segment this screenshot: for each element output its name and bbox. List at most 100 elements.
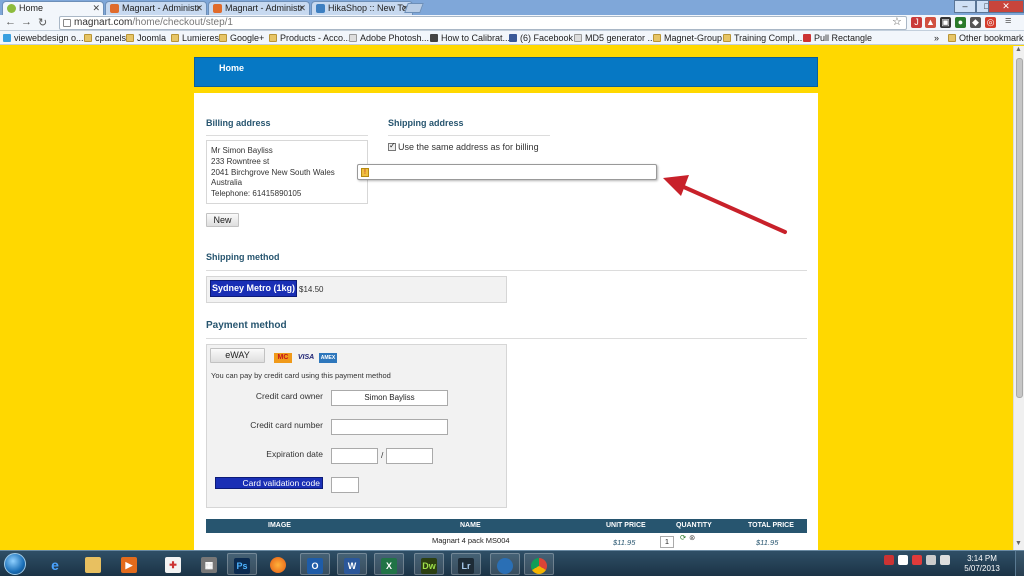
page-icon: [349, 34, 357, 42]
tray-network-icon[interactable]: [926, 555, 936, 565]
bookmark-item[interactable]: MD5 generator ...: [574, 32, 655, 44]
bookmark-item[interactable]: Joomla: [126, 32, 166, 44]
checkout-content: Billing address Mr Simon Bayliss 233 Row…: [194, 93, 818, 551]
extension-icon[interactable]: ●: [955, 17, 966, 28]
expiry-separator: /: [381, 450, 384, 460]
quantity-input[interactable]: 1: [660, 536, 674, 548]
tray-flag-icon[interactable]: [884, 555, 894, 565]
tab-magnart-admin-2[interactable]: Magnart - Administr ✕: [208, 1, 310, 15]
other-bookmarks[interactable]: Other bookmarks: [948, 32, 1024, 44]
more-bookmarks-chevron-icon[interactable]: »: [934, 32, 939, 44]
folder-icon: [269, 34, 277, 42]
bookmark-item[interactable]: cpanels: [84, 32, 126, 44]
bookmark-item[interactable]: How to Calibrat...: [430, 32, 510, 44]
address-bar[interactable]: magnart.com/home/checkout/step/1: [59, 16, 907, 30]
card-number-input[interactable]: [331, 419, 448, 435]
shipping-address-title: Shipping address: [388, 118, 464, 128]
taskbar-excel-icon[interactable]: X: [374, 553, 404, 575]
eway-payment-button[interactable]: eWAY: [210, 348, 265, 363]
bookmark-item[interactable]: (6) Facebook: [509, 32, 573, 44]
taskbar-media-player-icon[interactable]: ▶: [114, 553, 144, 575]
minimize-button[interactable]: –: [954, 0, 976, 13]
menu-icon[interactable]: ≡: [1005, 15, 1011, 27]
taskbar-photoshop-icon[interactable]: Ps: [227, 553, 257, 575]
page-icon: [574, 34, 582, 42]
taskbar-lightroom-icon[interactable]: Lr: [451, 553, 481, 575]
autofill-dropdown[interactable]: !: [357, 164, 657, 180]
taskbar-firefox-icon[interactable]: [263, 553, 293, 575]
tab-title: HikaShop :: New Top: [328, 3, 412, 13]
taskbar-app2-icon[interactable]: [490, 553, 520, 575]
tray-volume-icon[interactable]: [940, 555, 950, 565]
bird-icon: [3, 34, 11, 42]
tray-app-icon[interactable]: [898, 555, 908, 565]
close-tab-icon[interactable]: ✕: [92, 2, 100, 15]
close-tab-icon[interactable]: ✕: [195, 2, 203, 15]
close-tab-icon[interactable]: ✕: [298, 2, 306, 15]
taskbar-clock[interactable]: 3:14 PM 5/07/2013: [960, 554, 1004, 574]
bookmark-item[interactable]: Pull Rectangle: [803, 32, 872, 44]
new-address-button[interactable]: New: [206, 213, 239, 227]
bookmark-item[interactable]: Training Compl...: [723, 32, 802, 44]
remove-icon[interactable]: ⊗: [689, 533, 695, 542]
folder-icon: [126, 34, 134, 42]
tab-home[interactable]: Home ✕: [2, 1, 104, 15]
taskbar-explorer-icon[interactable]: [78, 553, 108, 575]
same-address-checkbox[interactable]: [388, 141, 396, 151]
nav-home-link[interactable]: Home: [219, 63, 244, 73]
scroll-down-icon[interactable]: ▼: [1015, 540, 1022, 547]
back-icon[interactable]: ←: [5, 16, 16, 28]
extension-icon[interactable]: ◆: [970, 17, 981, 28]
extension-icon[interactable]: J: [911, 17, 922, 28]
tab-magnart-admin-1[interactable]: Magnart - Administr ✕: [105, 1, 207, 15]
bookmark-star-icon[interactable]: ☆: [892, 15, 902, 28]
amex-icon: AMEX: [319, 353, 337, 363]
tab-hikashop[interactable]: HikaShop :: New Top ✕: [311, 1, 413, 15]
close-window-button[interactable]: ✕: [988, 0, 1024, 13]
shipping-option-button[interactable]: Sydney Metro (1kg): [210, 280, 297, 297]
forward-icon[interactable]: →: [21, 16, 32, 28]
joomla-favicon-icon: [213, 4, 222, 13]
extension-icon[interactable]: ▲: [925, 17, 936, 28]
taskbar-app-icon[interactable]: ✚: [158, 553, 188, 575]
taskbar-ie-icon[interactable]: e: [40, 553, 70, 575]
page-icon: [63, 19, 71, 27]
extension-icon[interactable]: ▣: [940, 17, 951, 28]
autofill-warning-icon: !: [361, 168, 369, 177]
expiry-year-input[interactable]: [386, 448, 433, 464]
billing-address-title: Billing address: [206, 118, 271, 128]
bookmark-item[interactable]: viewebdesign o...: [3, 32, 84, 44]
taskbar-outlook-icon[interactable]: O: [300, 553, 330, 575]
bookmark-item[interactable]: Lumieres: [171, 32, 219, 44]
taskbar-chrome-icon[interactable]: [524, 553, 554, 575]
bookmark-item[interactable]: Adobe Photosh...: [349, 32, 429, 44]
scroll-up-icon[interactable]: ▲: [1015, 46, 1022, 53]
bookmark-item[interactable]: Products - Acco...: [269, 32, 351, 44]
new-tab-button[interactable]: [404, 3, 424, 13]
extension-icon[interactable]: ◎: [985, 17, 996, 28]
page-scrollbar[interactable]: ▲ ▼: [1013, 46, 1024, 550]
expiry-month-input[interactable]: [331, 448, 378, 464]
taskbar-word-icon[interactable]: W: [337, 553, 367, 575]
reload-icon[interactable]: ↻: [38, 16, 47, 29]
bookmark-item[interactable]: Magnet-Group: [653, 32, 722, 44]
card-validation-code-input[interactable]: [331, 477, 359, 493]
bookmark-item[interactable]: Google+: [219, 32, 264, 44]
divider: [206, 338, 807, 339]
annotation-arrow-icon: [663, 175, 787, 234]
same-address-checkbox-row[interactable]: Use the same address as for billing: [388, 141, 539, 152]
col-unit-price: UNIT PRICE: [606, 522, 646, 529]
tab-title: Magnart - Administr: [122, 3, 201, 13]
refresh-icon[interactable]: ⟳: [680, 533, 686, 542]
visa-icon: VISA: [297, 354, 315, 361]
scroll-thumb[interactable]: [1016, 58, 1023, 398]
taskbar-network-icon[interactable]: ▦: [194, 553, 224, 575]
cart-table-header: IMAGE NAME UNIT PRICE QUANTITY TOTAL PRI…: [206, 519, 807, 533]
card-owner-input[interactable]: Simon Bayliss: [331, 390, 448, 406]
taskbar-dreamweaver-icon[interactable]: Dw: [414, 553, 444, 575]
tray-action-icon[interactable]: [912, 555, 922, 565]
show-desktop-button[interactable]: [1015, 551, 1024, 576]
folder-icon: [653, 34, 661, 42]
address-line: Telephone: 61415890105: [211, 189, 302, 199]
start-button[interactable]: [4, 553, 26, 575]
